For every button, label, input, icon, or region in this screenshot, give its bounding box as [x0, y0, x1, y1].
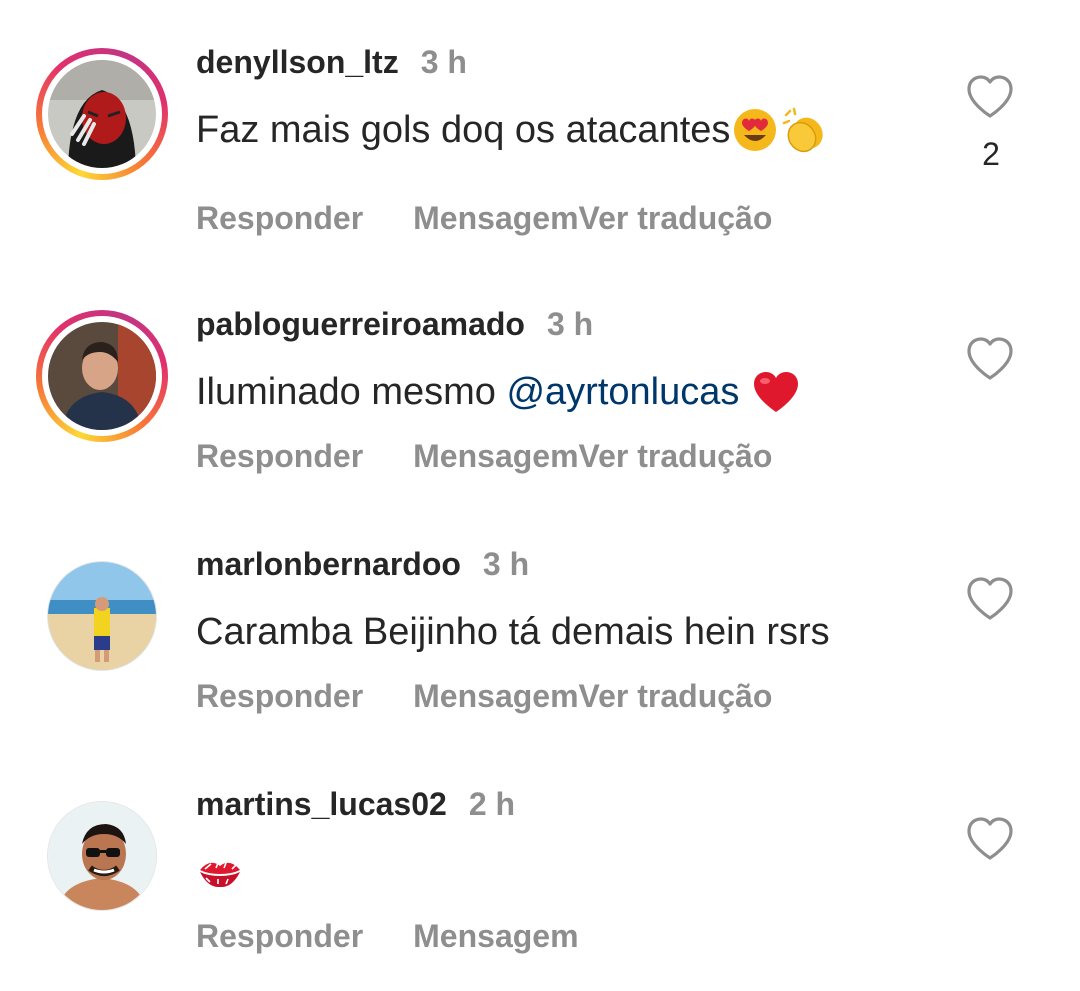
avatar [47, 801, 157, 911]
avatar [47, 561, 157, 671]
heart-eyes-emoji [734, 109, 777, 151]
comment-text: Caramba Beijinho tá demais hein rsrs [196, 606, 830, 658]
comment-header: martins_lucas02 2 h [196, 786, 515, 823]
reply-button[interactable]: Responder [196, 200, 363, 236]
comment-text [196, 846, 244, 898]
heart-icon[interactable] [965, 74, 1015, 120]
comment-header: marlonbernardoo 3 h [196, 546, 529, 583]
username[interactable]: martins_lucas02 [196, 786, 447, 823]
username[interactable]: denyllson_ltz [196, 44, 399, 81]
heart-icon[interactable] [965, 336, 1015, 382]
clapping-hands-emoji [783, 107, 824, 153]
translate-button[interactable]: Ver tradução [579, 438, 773, 474]
message-button[interactable]: Mensagem [413, 200, 578, 236]
avatar-story-ring[interactable] [36, 48, 168, 180]
avatar-container[interactable] [36, 550, 168, 682]
avatar [48, 60, 156, 168]
red-heart-emoji [753, 372, 798, 412]
comment-text: Faz mais gols doq os atacantes [196, 104, 828, 156]
comment-text: Iluminado mesmo @ayrtonlucas [196, 366, 800, 418]
timestamp: 3 h [420, 44, 467, 80]
avatar [48, 322, 156, 430]
timestamp: 2 h [468, 786, 516, 822]
message-button[interactable]: Mensagem [413, 678, 578, 714]
comment-header: denyllson_ltz 3 h [196, 44, 467, 81]
translate-button[interactable]: Ver tradução [579, 678, 773, 714]
comment-actions: Responder MensagemVer tradução [196, 200, 772, 237]
timestamp: 3 h [482, 546, 530, 582]
comment-actions: Responder MensagemVer tradução [196, 678, 772, 715]
message-button[interactable]: Mensagem [413, 918, 578, 954]
avatar-container[interactable] [36, 790, 168, 922]
kiss-mark-emoji [200, 862, 240, 888]
comment-actions: Responder MensagemVer tradução [196, 438, 772, 475]
comment-actions: Responder Mensagem [196, 918, 579, 955]
comment-body: Caramba Beijinho tá demais hein rsrs [196, 610, 830, 653]
comment-body: Faz mais gols doq os atacantes [196, 108, 731, 151]
message-button[interactable]: Mensagem [413, 438, 578, 474]
avatar-story-ring[interactable] [36, 310, 168, 442]
mention-link[interactable]: @ayrtonlucas [506, 371, 739, 414]
reply-button[interactable]: Responder [196, 678, 363, 714]
heart-icon[interactable] [965, 816, 1015, 862]
reply-button[interactable]: Responder [196, 918, 363, 954]
heart-icon[interactable] [965, 576, 1015, 622]
translate-button[interactable]: Ver tradução [579, 200, 773, 236]
username[interactable]: pabloguerreiroamado [196, 306, 525, 343]
username[interactable]: marlonbernardoo [196, 546, 461, 583]
reply-button[interactable]: Responder [196, 438, 363, 474]
comment-item: denyllson_ltz 3 h Faz mais gols doq os a… [0, 0, 1080, 250]
comment-header: pabloguerreiroamado 3 h [196, 306, 593, 343]
timestamp: 3 h [546, 306, 594, 342]
like-count[interactable]: 2 [978, 136, 1004, 173]
comment-body: Iluminado mesmo [196, 370, 496, 413]
